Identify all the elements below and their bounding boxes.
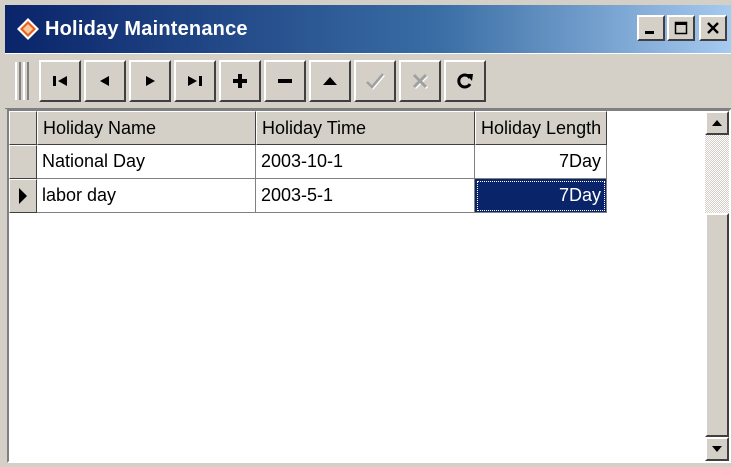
checkmark-icon [366,73,385,90]
delete-record-button[interactable] [264,60,306,102]
maximize-icon [674,21,688,35]
next-record-button[interactable] [129,60,171,102]
column-header-holiday-name[interactable]: Holiday Name [37,111,256,145]
holiday-name-cell[interactable]: National Day [37,145,256,179]
close-icon [707,22,719,34]
triangle-up-icon [323,77,337,85]
holiday-time-cell[interactable]: 2003-5-1 [256,179,475,213]
next-record-icon [146,76,155,86]
header-indicator-cell [9,111,37,145]
current-row-arrow-icon [19,188,27,204]
toolbar [5,53,731,109]
minus-icon [278,79,292,83]
minimize-icon [645,31,654,34]
holiday-time-cell[interactable]: 2003-10-1 [256,145,475,179]
vertical-scrollbar[interactable] [705,111,729,461]
scroll-down-button[interactable] [705,437,729,461]
scroll-up-button[interactable] [705,111,729,135]
holiday-length-cell-selected[interactable]: 7Day [475,179,607,213]
scroll-down-arrow-icon [712,446,722,452]
refresh-data-button[interactable] [444,60,486,102]
cancel-edit-button[interactable] [399,60,441,102]
cross-icon [412,73,429,90]
maximize-button[interactable] [667,15,695,41]
holiday-length-cell[interactable]: 7Day [475,145,607,179]
scroll-up-arrow-icon [712,120,722,126]
table-row[interactable]: National Day 2003-10-1 7Day [9,145,607,179]
scroll-thumb[interactable] [705,213,729,437]
last-record-icon [188,76,202,86]
toolbar-grip[interactable] [15,62,21,100]
column-header-holiday-length[interactable]: Holiday Length [475,111,607,145]
row-indicator-cell[interactable] [9,179,37,213]
last-record-button[interactable] [174,60,216,102]
row-indicator-cell[interactable] [9,145,37,179]
edit-record-button[interactable] [309,60,351,102]
column-header-holiday-time[interactable]: Holiday Time [256,111,475,145]
title-bar[interactable]: Holiday Maintenance [5,5,731,53]
record-navigator [39,60,489,102]
first-record-button[interactable] [39,60,81,102]
holiday-grid[interactable]: Holiday Name Holiday Time Holiday Length… [7,109,731,463]
minimize-button[interactable] [637,15,665,41]
window-controls [637,15,727,41]
holiday-maintenance-window: Holiday Maintenance Holiday Name Holiday… [0,0,732,467]
holiday-name-cell[interactable]: labor day [37,179,256,213]
window-title: Holiday Maintenance [45,17,248,40]
refresh-icon [457,73,473,89]
app-diamond-icon[interactable] [15,16,41,42]
grid-header-row: Holiday Name Holiday Time Holiday Length [9,111,607,145]
close-button[interactable] [699,15,727,41]
insert-record-button[interactable] [219,60,261,102]
first-record-icon [53,76,67,86]
post-edit-button[interactable] [354,60,396,102]
prior-record-icon [100,76,109,86]
toolbar-grip-secondary[interactable] [23,62,29,100]
plus-icon [233,74,247,88]
prior-record-button[interactable] [84,60,126,102]
table-row[interactable]: labor day 2003-5-1 7Day [9,179,607,213]
